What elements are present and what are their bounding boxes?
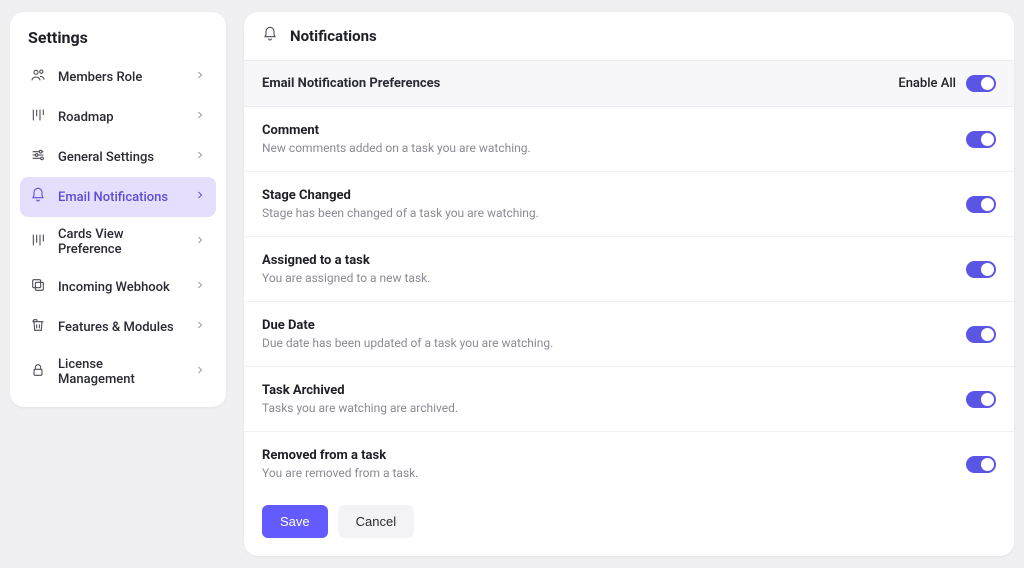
pref-row-stage-changed: Stage Changed Stage has been changed of a… — [244, 172, 1014, 237]
sidebar-item-label: Cards View Preference — [58, 227, 182, 257]
pref-row-due-date: Due Date Due date has been updated of a t… — [244, 302, 1014, 367]
pref-title: Comment — [262, 123, 531, 138]
preferences-section-title: Email Notification Preferences — [262, 76, 440, 91]
pref-desc: Tasks you are watching are archived. — [262, 401, 458, 415]
save-button[interactable]: Save — [262, 505, 328, 538]
sidebar-item-label: License Management — [58, 357, 182, 387]
enable-all-label: Enable All — [898, 76, 956, 91]
roadmap-icon — [30, 107, 46, 127]
sidebar-item-label: Members Role — [58, 70, 182, 85]
preferences-list: Comment New comments added on a task you … — [244, 107, 1014, 491]
sidebar-item-license-management[interactable]: License Management — [20, 347, 216, 397]
pref-text: Assigned to a task You are assigned to a … — [262, 253, 430, 285]
sidebar-item-label: Features & Modules — [58, 320, 182, 335]
pref-toggle-stage-changed[interactable] — [966, 196, 996, 213]
pref-toggle-due-date[interactable] — [966, 326, 996, 343]
license-icon — [30, 362, 46, 382]
settings-sidebar: Settings Members Role Roadmap General Sett… — [10, 12, 226, 407]
pref-text: Removed from a task You are removed from … — [262, 448, 418, 480]
sidebar-item-label: Incoming Webhook — [58, 280, 182, 295]
pref-desc: New comments added on a task you are wat… — [262, 141, 531, 155]
pref-title: Due Date — [262, 318, 553, 333]
pref-toggle-comment[interactable] — [966, 131, 996, 148]
pref-row-comment: Comment New comments added on a task you … — [244, 107, 1014, 172]
pref-row-assigned-to-a-task: Assigned to a task You are assigned to a … — [244, 237, 1014, 302]
notifications-panel: Notifications Email Notification Prefere… — [244, 12, 1014, 556]
chevron-right-icon — [194, 364, 206, 380]
pref-toggle-removed-from-a-task[interactable] — [966, 456, 996, 473]
pref-text: Task Archived Tasks you are watching are … — [262, 383, 458, 415]
settings-icon — [30, 147, 46, 167]
panel-header: Notifications — [244, 12, 1014, 60]
webhook-icon — [30, 277, 46, 297]
chevron-right-icon — [194, 189, 206, 205]
pref-row-task-archived: Task Archived Tasks you are watching are … — [244, 367, 1014, 432]
chevron-right-icon — [194, 69, 206, 85]
enable-all-toggle[interactable] — [966, 75, 996, 92]
cards-icon — [30, 232, 46, 252]
sidebar-title: Settings — [20, 28, 216, 57]
pref-toggle-assigned-to-a-task[interactable] — [966, 261, 996, 278]
panel-title: Notifications — [290, 27, 377, 45]
chevron-right-icon — [194, 319, 206, 335]
pref-text: Stage Changed Stage has been changed of a… — [262, 188, 539, 220]
pref-text: Due Date Due date has been updated of a t… — [262, 318, 553, 350]
sidebar-item-features-modules[interactable]: Features & Modules — [20, 307, 216, 347]
enable-all-group: Enable All — [898, 75, 996, 92]
pref-title: Task Archived — [262, 383, 458, 398]
sidebar-item-general-settings[interactable]: General Settings — [20, 137, 216, 177]
bell-icon — [30, 187, 46, 207]
pref-desc: Due date has been updated of a task you … — [262, 336, 553, 350]
pref-title: Assigned to a task — [262, 253, 430, 268]
pref-desc: You are assigned to a new task. — [262, 271, 430, 285]
pref-text: Comment New comments added on a task you … — [262, 123, 531, 155]
chevron-right-icon — [194, 234, 206, 250]
sidebar-item-roadmap[interactable]: Roadmap — [20, 97, 216, 137]
sidebar-item-incoming-webhook[interactable]: Incoming Webhook — [20, 267, 216, 307]
panel-footer: Save Cancel — [244, 491, 1014, 556]
sidebar-item-members-role[interactable]: Members Role — [20, 57, 216, 97]
sidebar-item-email-notifications[interactable]: Email Notifications — [20, 177, 216, 217]
members-icon — [30, 67, 46, 87]
sidebar-item-label: Roadmap — [58, 110, 182, 125]
chevron-right-icon — [194, 279, 206, 295]
pref-toggle-task-archived[interactable] — [966, 391, 996, 408]
bell-icon — [262, 26, 278, 46]
features-icon — [30, 317, 46, 337]
sidebar-item-label: Email Notifications — [58, 190, 182, 205]
sidebar-item-label: General Settings — [58, 150, 182, 165]
sidebar-item-cards-view-preference[interactable]: Cards View Preference — [20, 217, 216, 267]
pref-row-removed-from-a-task: Removed from a task You are removed from … — [244, 432, 1014, 491]
chevron-right-icon — [194, 109, 206, 125]
preferences-section-header: Email Notification Preferences Enable Al… — [244, 60, 1014, 107]
pref-title: Removed from a task — [262, 448, 418, 463]
pref-desc: Stage has been changed of a task you are… — [262, 206, 539, 220]
pref-desc: You are removed from a task. — [262, 466, 418, 480]
chevron-right-icon — [194, 149, 206, 165]
cancel-button[interactable]: Cancel — [338, 505, 414, 538]
pref-title: Stage Changed — [262, 188, 539, 203]
